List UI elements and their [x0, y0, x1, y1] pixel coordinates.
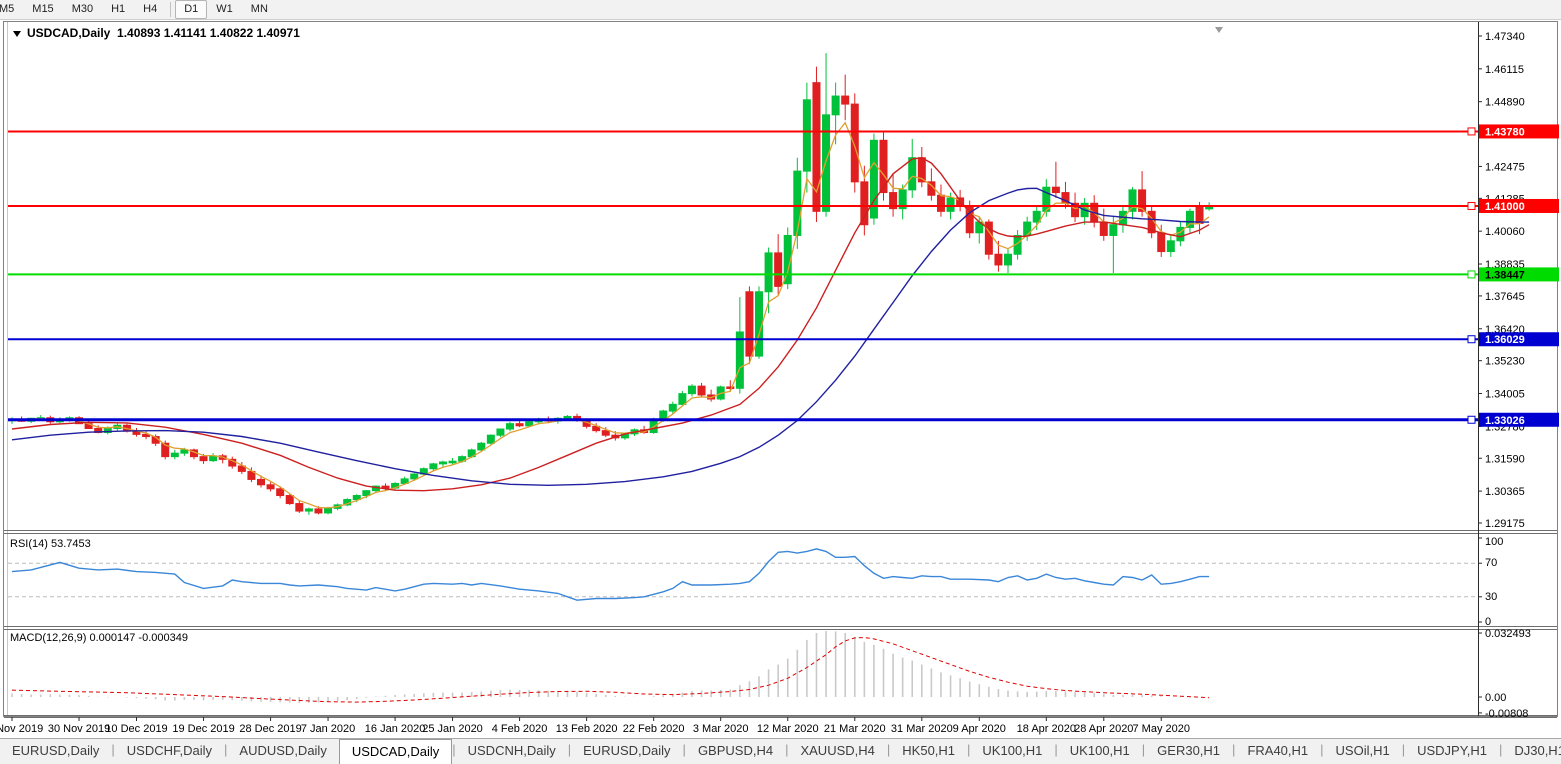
svg-text:21 Mar 2020: 21 Mar 2020: [824, 723, 886, 735]
chart-tab-eurusd-daily[interactable]: EURUSD,Daily: [0, 739, 111, 764]
svg-text:22 Feb 2020: 22 Feb 2020: [623, 723, 685, 735]
svg-text:7 Jan 2020: 7 Jan 2020: [301, 723, 355, 735]
svg-text:21 Nov 2019: 21 Nov 2019: [0, 723, 43, 735]
chart-tab-dj30-h1[interactable]: DJ30,H1: [1502, 739, 1561, 764]
svg-text:10 Dec 2019: 10 Dec 2019: [105, 723, 167, 735]
svg-text:25 Jan 2020: 25 Jan 2020: [422, 723, 483, 735]
svg-text:19 Dec 2019: 19 Dec 2019: [172, 723, 234, 735]
svg-text:13 Feb 2020: 13 Feb 2020: [556, 723, 618, 735]
svg-text:-0.00808: -0.00808: [1485, 708, 1528, 720]
svg-text:1.40060: 1.40060: [1485, 226, 1525, 238]
chart-tab-gbpusd-h4[interactable]: GBPUSD,H4: [686, 739, 785, 764]
svg-text:1.41000: 1.41000: [1485, 201, 1525, 213]
svg-text:1.42475: 1.42475: [1485, 161, 1525, 173]
svg-text:28 Apr 2020: 28 Apr 2020: [1074, 723, 1133, 735]
svg-text:1.43780: 1.43780: [1485, 126, 1525, 138]
chart-tab-uk100-h1[interactable]: UK100,H1: [1058, 739, 1142, 764]
svg-text:1.30365: 1.30365: [1485, 486, 1525, 498]
chart-canvas[interactable]: 1.473401.461151.448901.424751.412851.400…: [0, 0, 1561, 740]
svg-text:18 Apr 2020: 18 Apr 2020: [1017, 723, 1076, 735]
chart-menu-arrow-icon: [13, 31, 21, 37]
svg-text:1.33026: 1.33026: [1485, 415, 1525, 427]
chart-tab-usoil-h1[interactable]: USOil,H1: [1324, 739, 1402, 764]
svg-text:1.46115: 1.46115: [1485, 64, 1524, 76]
mt4-window: { "toolbar": { "timeframes": ["M5","M15"…: [0, 0, 1561, 764]
svg-text:1.36029: 1.36029: [1485, 334, 1525, 346]
chart-tab-hk50-h1[interactable]: HK50,H1: [890, 739, 967, 764]
svg-text:1.35230: 1.35230: [1485, 356, 1525, 368]
svg-text:4 Feb 2020: 4 Feb 2020: [492, 723, 548, 735]
chart-tab-usdcad-daily[interactable]: USDCAD,Daily: [339, 739, 452, 764]
svg-text:16 Jan 2020: 16 Jan 2020: [365, 723, 426, 735]
svg-text:1.47340: 1.47340: [1485, 31, 1525, 43]
svg-text:9 Apr 2020: 9 Apr 2020: [953, 723, 1006, 735]
svg-text:1.37645: 1.37645: [1485, 291, 1525, 303]
svg-text:7 May 2020: 7 May 2020: [1132, 723, 1189, 735]
svg-text:1.44890: 1.44890: [1485, 97, 1525, 109]
chart-tab-usdchf-daily[interactable]: USDCHF,Daily: [115, 739, 224, 764]
chart-tab-xauusd-h4[interactable]: XAUUSD,H4: [788, 739, 886, 764]
svg-text:1.29175: 1.29175: [1485, 518, 1525, 530]
date-axis: 21 Nov 2019 30 Nov 201910 Dec 2019 19 Dec …: [0, 717, 1190, 735]
chart-tab-ger30-h1[interactable]: GER30,H1: [1145, 739, 1232, 764]
svg-text:0.00: 0.00: [1485, 692, 1506, 704]
svg-text:31 Mar 2020: 31 Mar 2020: [891, 723, 953, 735]
chart-tab-bar: EURUSD,Daily|USDCHF,Daily|AUDUSD,DailyUS…: [0, 738, 1561, 764]
svg-text:1.31590: 1.31590: [1485, 453, 1525, 465]
chart-tab-audusd-daily[interactable]: AUDUSD,Daily: [227, 739, 338, 764]
chart-title-text: USDCAD,Daily 1.40893 1.41141 1.40822 1.4…: [27, 26, 300, 40]
macd-indicator-label: MACD(12,26,9) 0.000147 -0.000349: [10, 632, 188, 644]
rsi-indicator-label: RSI(14) 53.7453: [10, 538, 91, 550]
chart-title: USDCAD,Daily 1.40893 1.41141 1.40822 1.4…: [13, 26, 300, 40]
svg-text:3 Mar 2020: 3 Mar 2020: [693, 723, 749, 735]
svg-text:1.38447: 1.38447: [1485, 269, 1525, 281]
svg-text:12 Mar 2020: 12 Mar 2020: [757, 723, 819, 735]
svg-text:0.032493: 0.032493: [1485, 628, 1531, 640]
svg-text:28 Dec 2019: 28 Dec 2019: [239, 723, 301, 735]
svg-text:0: 0: [1485, 616, 1491, 628]
chart-tab-eurusd-daily[interactable]: EURUSD,Daily: [571, 739, 682, 764]
chart-tab-fra40-h1[interactable]: FRA40,H1: [1235, 739, 1320, 764]
svg-text:70: 70: [1485, 557, 1497, 569]
chart-tab-uk100-h1[interactable]: UK100,H1: [970, 739, 1054, 764]
chart-tab-usdjpy-h1[interactable]: USDJPY,H1: [1405, 739, 1499, 764]
svg-text:30 Nov 2019: 30 Nov 2019: [48, 723, 110, 735]
svg-text:100: 100: [1485, 536, 1503, 548]
svg-text:30: 30: [1485, 591, 1497, 603]
chart-tab-usdcnh-daily[interactable]: USDCNH,Daily: [456, 739, 568, 764]
svg-text:1.34005: 1.34005: [1485, 389, 1525, 401]
